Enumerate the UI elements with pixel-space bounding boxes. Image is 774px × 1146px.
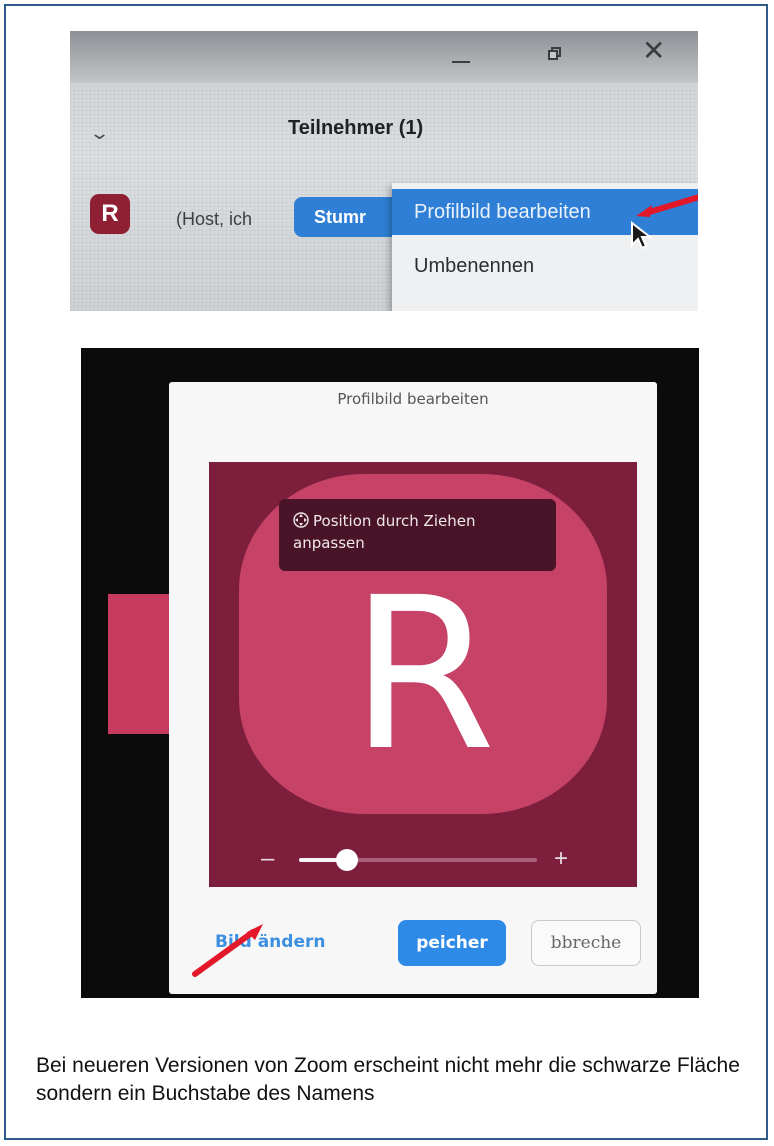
cancel-button[interactable]: bbreche	[531, 920, 641, 966]
caption-text: Bei neueren Versionen von Zoom erscheint…	[36, 1054, 740, 1105]
zoom-slider-handle[interactable]	[335, 849, 358, 871]
profile-dialog-photo: R Profilbild bearbeiten R Position durch…	[81, 348, 699, 998]
annotation-arrow-icon	[636, 194, 698, 217]
move-icon	[293, 512, 309, 528]
tooltip-text: Position durch Ziehen anpassen	[293, 512, 476, 552]
mouse-cursor-icon	[631, 221, 652, 250]
dialog-title: Profilbild bearbeiten	[337, 390, 489, 408]
minimize-icon[interactable]	[452, 61, 470, 63]
window-title-bar	[70, 31, 698, 83]
save-button[interactable]: peicher	[398, 920, 506, 966]
document-frame: ✕ ⌄ Teilnehmer (1) R (Host, ich Stumr Pr…	[4, 4, 768, 1140]
zoom-out-icon[interactable]: –	[261, 845, 274, 873]
participants-panel-photo: ✕ ⌄ Teilnehmer (1) R (Host, ich Stumr Pr…	[70, 31, 698, 311]
mute-button[interactable]: Stumr	[294, 197, 394, 237]
image-crop-area[interactable]: R Position durch Ziehen anpassen – +	[209, 462, 637, 887]
zoom-slider[interactable]	[299, 849, 537, 871]
annotation-arrow-icon	[192, 924, 263, 977]
chevron-down-icon[interactable]: ⌄	[89, 123, 110, 144]
menu-item-rename[interactable]: Umbenennen	[392, 243, 698, 289]
drag-hint-tooltip: Position durch Ziehen anpassen	[279, 499, 556, 571]
avatar-letter: R	[350, 551, 496, 797]
participant-name-label: (Host, ich	[176, 209, 253, 229]
participant-avatar: R	[90, 194, 130, 234]
zoom-in-icon[interactable]: +	[554, 845, 568, 873]
edit-profile-picture-dialog: Profilbild bearbeiten R Position durch Z…	[169, 382, 657, 994]
panel-title: Teilnehmer (1)	[288, 117, 424, 139]
restore-icon[interactable]	[548, 47, 562, 61]
close-icon[interactable]: ✕	[642, 37, 665, 65]
